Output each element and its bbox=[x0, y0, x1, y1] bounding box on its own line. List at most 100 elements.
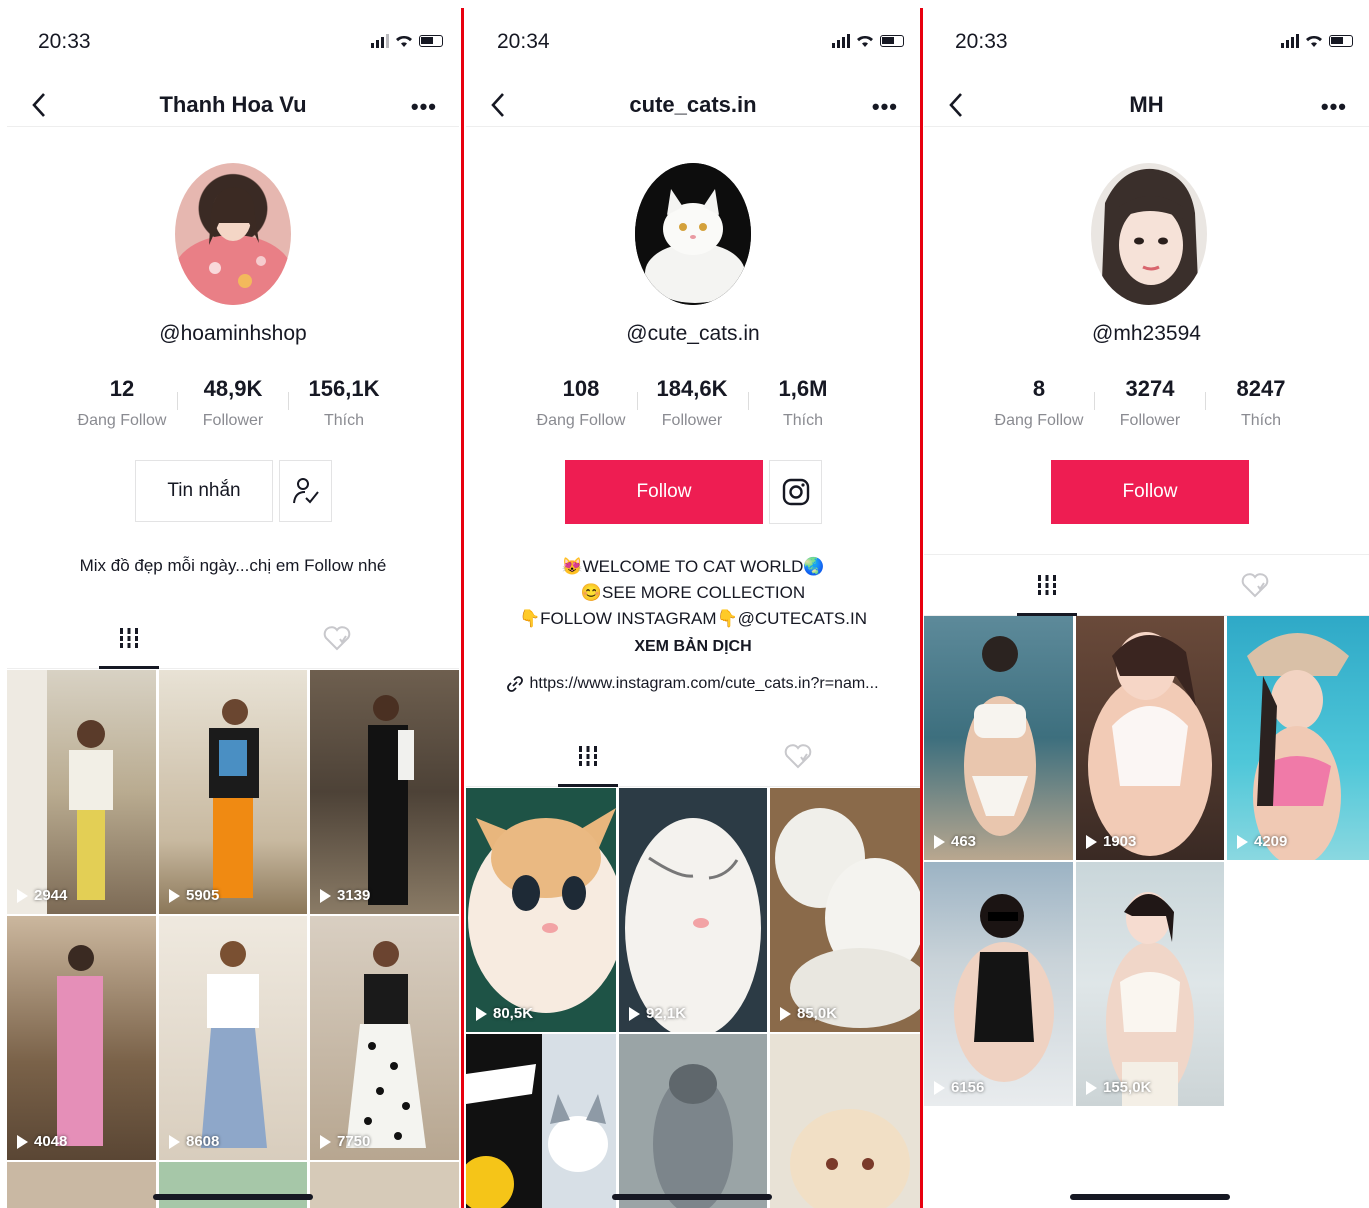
play-icon bbox=[1086, 1080, 1097, 1095]
follow-button[interactable]: Follow bbox=[565, 460, 763, 524]
stat-followers[interactable]: 184,6K Follower bbox=[637, 376, 747, 430]
tab-videos[interactable] bbox=[1017, 555, 1077, 615]
home-indicator bbox=[153, 1194, 313, 1200]
profile-bio: 😻WELCOME TO CAT WORLD🌏 😊SEE MORE COLLECT… bbox=[466, 554, 920, 632]
video-thumbnail[interactable] bbox=[159, 1162, 307, 1208]
play-icon bbox=[169, 1134, 180, 1149]
tab-liked[interactable] bbox=[768, 726, 828, 786]
stat-likes[interactable]: 8247 Thích bbox=[1206, 376, 1316, 430]
liked-heart-icon bbox=[1241, 573, 1269, 598]
battery-icon bbox=[419, 35, 443, 47]
video-thumbnail[interactable]: 6156 bbox=[924, 862, 1073, 1106]
stat-likes[interactable]: 156,1K Thích bbox=[289, 376, 399, 430]
play-icon bbox=[934, 1080, 945, 1095]
tab-videos[interactable] bbox=[99, 608, 159, 668]
avatar[interactable] bbox=[635, 163, 751, 305]
video-thumbnail[interactable] bbox=[7, 1162, 156, 1208]
signal-icon bbox=[371, 34, 389, 48]
video-thumbnail[interactable]: 92,1K bbox=[619, 788, 767, 1032]
profile-handle: @cute_cats.in bbox=[626, 322, 760, 345]
grid-icon bbox=[577, 746, 599, 766]
video-thumbnail[interactable]: 7750 bbox=[310, 916, 459, 1160]
grid-icon bbox=[1036, 575, 1058, 595]
more-options-icon[interactable]: ••• bbox=[411, 94, 437, 120]
play-icon bbox=[1086, 834, 1097, 849]
profile-header: MH ••• bbox=[924, 86, 1369, 127]
stat-followers[interactable]: 3274 Follower bbox=[1095, 376, 1205, 430]
message-button[interactable]: Tin nhắn bbox=[135, 460, 273, 522]
video-thumbnail[interactable]: 155,0K bbox=[1076, 862, 1224, 1106]
video-thumbnail[interactable] bbox=[310, 1162, 459, 1208]
follow-status-button[interactable] bbox=[279, 460, 332, 522]
panel-divider bbox=[461, 8, 464, 1208]
video-thumbnail[interactable] bbox=[466, 1034, 616, 1208]
stat-following[interactable]: 8 Đang Follow bbox=[984, 376, 1094, 430]
status-time: 20:34 bbox=[497, 30, 550, 53]
video-thumbnail[interactable] bbox=[619, 1034, 767, 1208]
link-icon bbox=[507, 676, 524, 692]
video-thumbnail[interactable]: 3139 bbox=[310, 670, 459, 914]
more-options-icon[interactable]: ••• bbox=[872, 94, 898, 120]
play-icon bbox=[1237, 834, 1248, 849]
signal-icon bbox=[832, 34, 850, 48]
panel-divider bbox=[920, 8, 923, 1208]
video-thumbnail[interactable]: 463 bbox=[924, 616, 1073, 860]
profile-bio: Mix đồ đẹp mỗi ngày...chị em Follow nhé bbox=[79, 556, 387, 575]
video-thumbnail[interactable]: 80,5K bbox=[466, 788, 616, 1032]
profile-stats: 108 Đang Follow 184,6K Follower 1,6M Thích bbox=[466, 376, 920, 436]
status-bar: 20:33 bbox=[7, 30, 459, 56]
profile-tabs bbox=[7, 608, 459, 669]
follow-button[interactable]: Follow bbox=[1051, 460, 1249, 524]
tab-liked[interactable] bbox=[307, 608, 367, 668]
instagram-button[interactable] bbox=[769, 460, 822, 524]
video-thumbnail[interactable]: 4048 bbox=[7, 916, 156, 1160]
stat-likes[interactable]: 1,6M Thích bbox=[748, 376, 858, 430]
bio-line: 😊SEE MORE COLLECTION bbox=[580, 583, 806, 602]
play-icon bbox=[17, 888, 28, 903]
play-icon bbox=[780, 1006, 791, 1021]
play-icon bbox=[934, 834, 945, 849]
status-time: 20:33 bbox=[955, 30, 1008, 53]
tab-videos[interactable] bbox=[558, 726, 618, 786]
profile-stats: 8 Đang Follow 3274 Follower 8247 Thích bbox=[924, 376, 1369, 436]
user-check-icon bbox=[292, 478, 319, 504]
video-thumbnail[interactable]: 1903 bbox=[1076, 616, 1224, 860]
bio-line: 😻WELCOME TO CAT WORLD🌏 bbox=[561, 557, 825, 576]
home-indicator bbox=[1070, 1194, 1230, 1200]
video-thumbnail[interactable]: 2944 bbox=[7, 670, 156, 914]
more-options-icon[interactable]: ••• bbox=[1321, 94, 1347, 120]
video-thumbnail[interactable]: 85,0K bbox=[770, 788, 920, 1032]
play-icon bbox=[169, 888, 180, 903]
avatar-photo bbox=[1101, 168, 1199, 305]
profile-panel-mh: 20:33 MH ••• @mh23594 8 Đang Follow 3274 F… bbox=[924, 8, 1369, 1208]
stat-following[interactable]: 108 Đang Follow bbox=[526, 376, 636, 430]
video-thumbnail[interactable]: 5905 bbox=[159, 670, 307, 914]
video-thumbnail[interactable] bbox=[770, 1034, 920, 1208]
profile-tabs bbox=[924, 554, 1369, 616]
video-thumbnail[interactable]: 8608 bbox=[159, 916, 307, 1160]
status-time: 20:33 bbox=[38, 30, 91, 53]
profile-panel-cute-cats: 20:34 cute_cats.in ••• @cute_cats.in 108… bbox=[466, 8, 920, 1208]
grid-icon bbox=[118, 628, 140, 648]
play-icon bbox=[320, 888, 331, 903]
video-thumbnail[interactable]: 4209 bbox=[1227, 616, 1369, 860]
play-icon bbox=[320, 1134, 331, 1149]
status-bar: 20:34 bbox=[466, 30, 920, 56]
liked-heart-icon bbox=[784, 744, 812, 769]
translate-link[interactable]: XEM BẢN DỊCH bbox=[466, 638, 920, 656]
profile-handle: @mh23594 bbox=[1092, 322, 1201, 345]
profile-header: cute_cats.in ••• bbox=[466, 86, 920, 127]
tab-liked[interactable] bbox=[1225, 555, 1285, 615]
profile-link[interactable]: https://www.instagram.com/cute_cats.in?r… bbox=[466, 675, 920, 693]
avatar[interactable] bbox=[175, 163, 291, 305]
stat-followers[interactable]: 48,9K Follower bbox=[178, 376, 288, 430]
avatar-photo bbox=[175, 187, 291, 305]
avatar[interactable] bbox=[1091, 163, 1207, 305]
status-bar: 20:33 bbox=[924, 30, 1369, 56]
play-icon bbox=[629, 1006, 640, 1021]
liked-heart-icon bbox=[323, 626, 351, 651]
play-icon bbox=[476, 1006, 487, 1021]
profile-header: Thanh Hoa Vu ••• bbox=[7, 86, 459, 127]
stat-following[interactable]: 12 Đang Follow bbox=[67, 376, 177, 430]
profile-link-text: https://www.instagram.com/cute_cats.in?r… bbox=[529, 675, 879, 692]
